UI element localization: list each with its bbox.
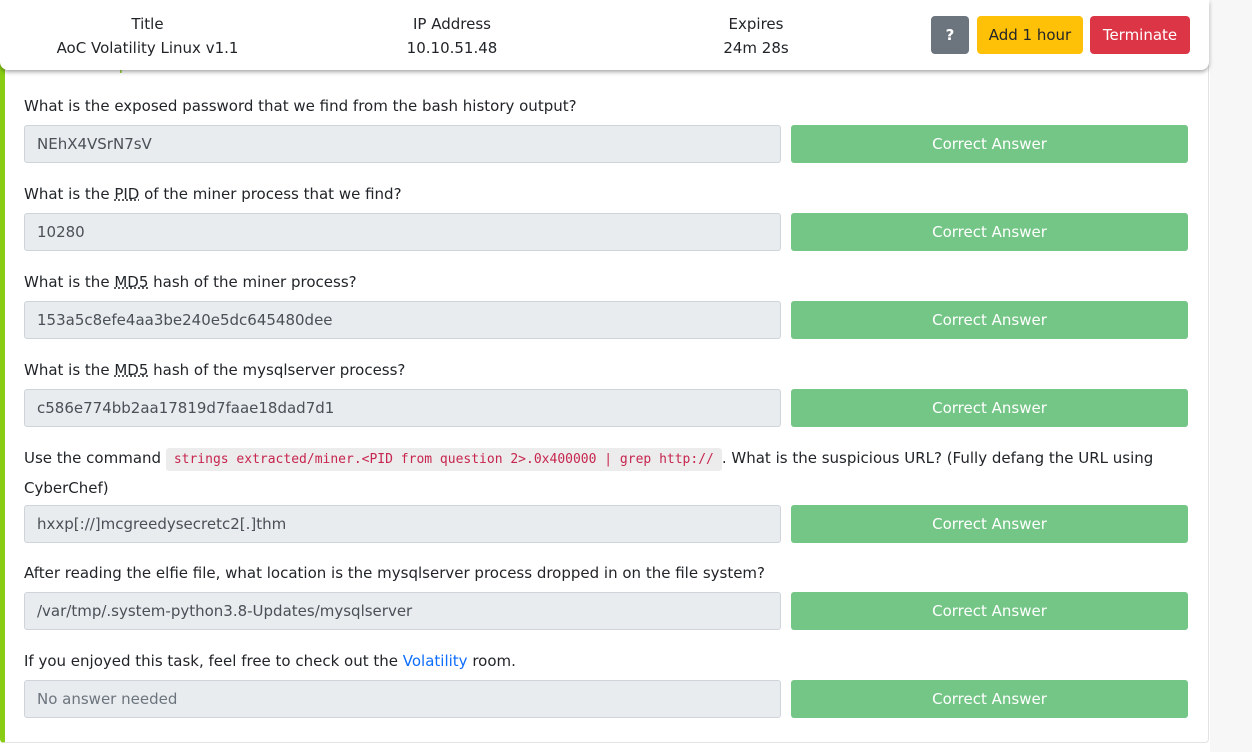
correct-answer-button[interactable]: Correct Answer	[791, 125, 1188, 163]
page-background	[1210, 0, 1252, 752]
abbr-pid: PID	[114, 185, 140, 203]
abbr-md5: MD5	[114, 361, 149, 379]
add-hour-button[interactable]: Add 1 hour	[977, 16, 1083, 54]
correct-answer-button[interactable]: Correct Answer	[791, 213, 1188, 251]
question-4: What is the MD5 hash of the mysqlserver …	[24, 356, 1188, 427]
question-text: After reading the elfie file, what locat…	[24, 564, 766, 582]
volatility-room-link[interactable]: Volatility	[403, 652, 468, 670]
answer-input[interactable]: 153a5c8efe4aa3be240e5dc645480dee	[24, 301, 781, 339]
question-text: What is the exposed password that we fin…	[24, 97, 577, 115]
text: of the miner process that we find?	[139, 185, 402, 203]
question-text: If you enjoyed this task, feel free to c…	[24, 647, 1188, 675]
correct-answer-button[interactable]: Correct Answer	[791, 301, 1188, 339]
answer-input[interactable]: 10280	[24, 213, 781, 251]
question-text: What is the MD5 hash of the miner proces…	[24, 268, 1188, 296]
title-value: AoC Volatility Linux v1.1	[56, 39, 239, 57]
machine-info-bar: Title AoC Volatility Linux v1.1 IP Addre…	[0, 0, 1209, 70]
text: Use the command	[24, 449, 166, 467]
question-6: After reading the elfie file, what locat…	[24, 559, 1188, 630]
answer-input[interactable]: hxxp[://]mcgreedysecretc2[.]thm	[24, 505, 781, 543]
question-text: What is the PID of the miner process tha…	[24, 180, 1188, 208]
question-text: What is the MD5 hash of the mysqlserver …	[24, 356, 1188, 384]
title-label: Title	[131, 15, 164, 33]
text: What is the	[24, 361, 115, 379]
question-1: What is the exposed password that we fin…	[24, 92, 1188, 163]
correct-answer-button[interactable]: Correct Answer	[791, 592, 1188, 630]
ip-value: 10.10.51.48	[406, 39, 498, 57]
ip-column: IP Address 10.10.51.48	[352, 12, 552, 60]
help-button[interactable]: ?	[931, 16, 969, 54]
question-5: Use the command strings extracted/miner.…	[24, 444, 1188, 543]
answer-input[interactable]: c586e774bb2aa17819d7faae18dad7d1	[24, 389, 781, 427]
expires-column: Expires 24m 28s	[676, 12, 836, 60]
correct-answer-button[interactable]: Correct Answer	[791, 680, 1188, 718]
question-text: Use the command strings extracted/miner.…	[24, 444, 1188, 500]
expires-label: Expires	[728, 15, 784, 33]
text: What is the	[24, 185, 115, 203]
abbr-md5: MD5	[114, 273, 149, 291]
correct-answer-button[interactable]: Correct Answer	[791, 505, 1188, 543]
question-2: What is the PID of the miner process tha…	[24, 180, 1188, 251]
text: hash of the mysqlserver process?	[148, 361, 406, 379]
expires-value: 24m 28s	[723, 39, 789, 57]
answer-input[interactable]: No answer needed	[24, 680, 781, 718]
text: If you enjoyed this task, feel free to c…	[24, 652, 403, 670]
question-3: What is the MD5 hash of the miner proces…	[24, 268, 1188, 339]
command-code: strings extracted/miner.<PID from questi…	[165, 448, 722, 471]
title-column: Title AoC Volatility Linux v1.1	[40, 12, 255, 60]
question-7: If you enjoyed this task, feel free to c…	[24, 647, 1188, 718]
text: hash of the miner process?	[148, 273, 357, 291]
ip-label: IP Address	[413, 15, 491, 33]
answer-input[interactable]: NEhX4VSrN7sV	[24, 125, 781, 163]
terminate-button[interactable]: Terminate	[1090, 16, 1190, 54]
answer-input[interactable]: /var/tmp/.system-python3.8-Updates/mysql…	[24, 592, 781, 630]
text: What is the	[24, 273, 115, 291]
text: room.	[467, 652, 516, 670]
correct-answer-button[interactable]: Correct Answer	[791, 389, 1188, 427]
